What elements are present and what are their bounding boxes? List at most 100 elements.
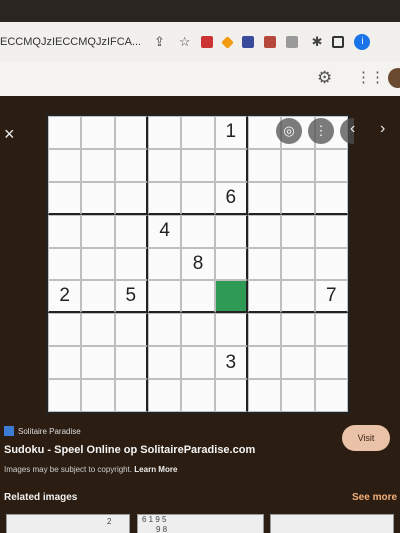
sudoku-cell bbox=[48, 148, 82, 182]
sudoku-cell bbox=[281, 280, 315, 314]
sudoku-cell bbox=[114, 148, 148, 182]
sudoku-cell bbox=[214, 379, 248, 412]
sudoku-cell bbox=[81, 379, 115, 412]
sudoku-cell bbox=[81, 214, 115, 248]
thumb-digits-row2: 9 8 bbox=[156, 525, 168, 533]
sudoku-cell bbox=[181, 313, 215, 347]
sudoku-cell bbox=[281, 247, 315, 281]
sudoku-cell: 6 bbox=[214, 181, 248, 215]
related-thumb-2[interactable]: 6 1 9 5 9 8 bbox=[137, 514, 264, 533]
sudoku-cell bbox=[81, 247, 115, 281]
sudoku-cell bbox=[314, 181, 348, 215]
sudoku-cell bbox=[247, 214, 282, 248]
sudoku-cell bbox=[247, 247, 282, 281]
chevron-left-icon[interactable]: ‹ bbox=[350, 120, 355, 138]
sudoku-cell bbox=[247, 148, 282, 182]
sudoku-cell bbox=[181, 214, 215, 248]
sudoku-cell bbox=[181, 148, 215, 182]
sudoku-cell: 8 bbox=[181, 247, 215, 281]
chevron-right-icon[interactable]: › bbox=[380, 120, 385, 138]
sudoku-cell bbox=[147, 379, 182, 412]
sudoku-cell bbox=[114, 346, 148, 380]
visit-button[interactable]: Visit bbox=[342, 425, 390, 451]
sudoku-cell bbox=[81, 346, 115, 380]
sudoku-cell bbox=[147, 346, 182, 380]
sudoku-cell bbox=[214, 313, 248, 347]
address-bar[interactable]: ECCMQJzIECCMQJzIFCA... bbox=[0, 36, 140, 48]
google-header: ⚙ ⋮⋮⋮ bbox=[0, 62, 400, 96]
sudoku-cell bbox=[314, 313, 348, 347]
sudoku-cell bbox=[181, 379, 215, 412]
sudoku-cell bbox=[247, 313, 282, 347]
copyright-note: Images may be subject to copyright. Lear… bbox=[4, 465, 177, 474]
sudoku-cell bbox=[114, 116, 148, 149]
sudoku-cell bbox=[114, 379, 148, 412]
side-panel-icon[interactable] bbox=[332, 36, 345, 48]
sudoku-cell bbox=[48, 116, 82, 149]
sudoku-cell bbox=[147, 181, 182, 215]
sudoku-cell bbox=[48, 313, 82, 347]
sudoku-cell bbox=[281, 181, 315, 215]
sudoku-cell bbox=[314, 346, 348, 380]
sudoku-cell bbox=[114, 214, 148, 248]
sudoku-cell: 3 bbox=[214, 346, 248, 380]
extension-diamond-icon[interactable] bbox=[220, 35, 234, 49]
sudoku-cell bbox=[48, 181, 82, 215]
source-row[interactable]: Solitaire Paradise bbox=[4, 426, 81, 436]
extension-grey-icon[interactable] bbox=[285, 36, 298, 48]
sudoku-cell bbox=[314, 148, 348, 182]
sudoku-cell bbox=[147, 280, 182, 314]
sudoku-cell bbox=[181, 280, 215, 314]
copyright-text: Images may be subject to copyright. bbox=[4, 465, 133, 474]
sudoku-cell bbox=[48, 379, 82, 412]
sudoku-cell bbox=[114, 313, 148, 347]
lens-search-icon[interactable]: ◎ bbox=[276, 118, 302, 144]
device-bezel bbox=[0, 0, 400, 22]
sudoku-cell bbox=[147, 313, 182, 347]
sudoku-board: 1 648 25 7 3 bbox=[46, 114, 350, 414]
see-more-link[interactable]: See more bbox=[352, 492, 397, 503]
sudoku-cell bbox=[48, 214, 82, 248]
sudoku-cell bbox=[147, 148, 182, 182]
share-icon[interactable]: ⇪ bbox=[154, 34, 165, 50]
learn-more-link[interactable]: Learn More bbox=[134, 465, 177, 474]
extension-badge-icon[interactable] bbox=[241, 36, 254, 48]
related-thumb-1[interactable]: 2 bbox=[6, 514, 130, 533]
sudoku-cell bbox=[314, 214, 348, 248]
screen: ECCMQJzIECCMQJzIFCA... ⇪ ☆ ✱ i ⚙ ⋮⋮⋮ × 1… bbox=[0, 0, 400, 533]
gear-icon[interactable]: ⚙ bbox=[317, 68, 332, 88]
sudoku-cell bbox=[281, 379, 315, 412]
bookmark-star-icon[interactable]: ☆ bbox=[179, 34, 191, 50]
sudoku-cell bbox=[214, 247, 248, 281]
sudoku-cell bbox=[314, 379, 348, 412]
close-icon[interactable]: × bbox=[4, 124, 15, 145]
related-thumb-3[interactable] bbox=[270, 514, 394, 533]
sudoku-cell bbox=[314, 247, 348, 281]
sudoku-cell bbox=[247, 346, 282, 380]
sudoku-cell bbox=[114, 181, 148, 215]
extension-pen-icon[interactable] bbox=[200, 36, 213, 48]
sudoku-cell bbox=[281, 346, 315, 380]
browser-toolbar: ECCMQJzIECCMQJzIFCA... ⇪ ☆ ✱ i bbox=[0, 22, 400, 62]
sudoku-cell bbox=[247, 280, 282, 314]
result-title[interactable]: Sudoku - Speel Online op SolitaireParadi… bbox=[4, 444, 255, 456]
thumb-digits-row1: 6 1 9 5 bbox=[142, 515, 167, 524]
sudoku-cell: 5 bbox=[114, 280, 148, 314]
sudoku-cell bbox=[114, 247, 148, 281]
sudoku-cell bbox=[214, 280, 248, 314]
related-images-heading: Related images bbox=[4, 492, 78, 503]
thumb-digit: 2 bbox=[107, 517, 112, 526]
extension-book-icon[interactable] bbox=[263, 36, 276, 48]
site-favicon-icon bbox=[4, 426, 14, 436]
sudoku-cell bbox=[147, 247, 182, 281]
extensions-puzzle-icon[interactable]: ✱ bbox=[312, 34, 323, 50]
sudoku-cell bbox=[214, 214, 248, 248]
sudoku-cell bbox=[181, 181, 215, 215]
sudoku-cell bbox=[214, 148, 248, 182]
more-options-icon[interactable]: ⋮ bbox=[308, 118, 334, 144]
sudoku-cell bbox=[81, 116, 115, 149]
sudoku-cell bbox=[247, 181, 282, 215]
sudoku-cell: 7 bbox=[314, 280, 348, 314]
sudoku-cell bbox=[48, 346, 82, 380]
profile-avatar[interactable]: i bbox=[354, 34, 371, 50]
